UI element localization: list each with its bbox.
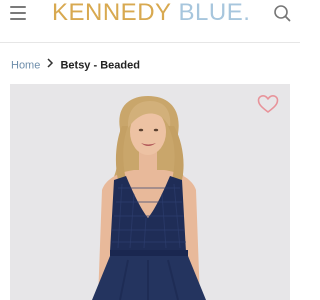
brand-logo[interactable]: KENNEDY BLUE. xyxy=(52,0,250,28)
breadcrumb-current: Betsy - Beaded xyxy=(60,59,140,72)
heart-outline-icon xyxy=(257,95,279,113)
chevron-right-icon xyxy=(46,57,54,74)
site-header: KENNEDY BLUE. xyxy=(0,0,300,34)
search-icon xyxy=(274,5,291,22)
product-photo-model xyxy=(10,84,290,300)
breadcrumb-home-link[interactable]: Home xyxy=(11,59,40,71)
brand-logo-word-blue: BLUE. xyxy=(178,0,251,26)
breadcrumb: Home Betsy - Beaded xyxy=(11,57,140,73)
header-divider xyxy=(0,42,300,43)
favorite-button[interactable] xyxy=(256,93,280,115)
product-image[interactable] xyxy=(10,84,290,300)
search-button[interactable] xyxy=(268,2,296,26)
menu-button[interactable] xyxy=(4,2,32,26)
brand-logo-word-kennedy: KENNEDY xyxy=(52,0,172,26)
